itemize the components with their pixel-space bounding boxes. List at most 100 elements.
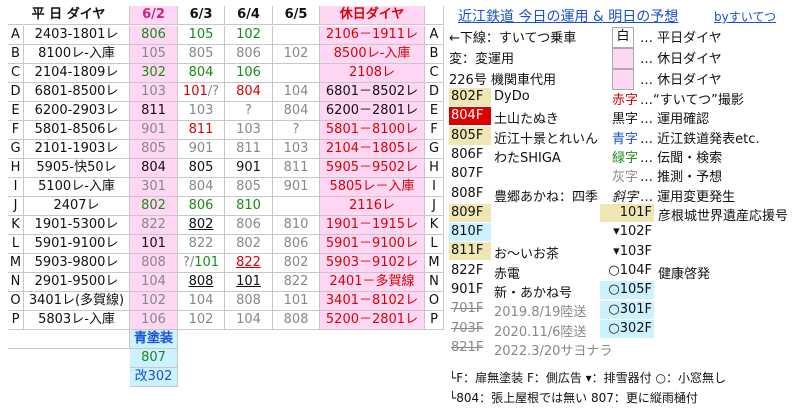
row-id-right: C bbox=[425, 64, 444, 83]
color-legend-value: … 推測・予想 bbox=[640, 170, 723, 186]
header-blank bbox=[425, 6, 444, 25]
day-cell bbox=[273, 197, 320, 216]
day-cell: 104 bbox=[178, 292, 225, 311]
row-id-right: A bbox=[425, 26, 444, 45]
day-cell: 804 bbox=[225, 83, 273, 102]
day-cell: 808 bbox=[273, 311, 320, 330]
car-description: 2020.11/6陸送 bbox=[494, 324, 587, 340]
row-weekday-route: 6801-8500レ bbox=[24, 83, 130, 102]
row-id: P bbox=[8, 311, 24, 330]
row-id: I bbox=[8, 178, 24, 197]
footer-label: 青塗装 bbox=[130, 330, 178, 349]
row-weekday-route: 3401レ(多賀線) bbox=[24, 292, 130, 311]
row-id-right: M bbox=[425, 254, 444, 273]
day-cell: 102 bbox=[273, 45, 320, 64]
day-cell: 104 bbox=[273, 83, 320, 102]
legend-right-item: … 休日ダイヤ bbox=[640, 73, 722, 88]
day-cell: 901 bbox=[273, 178, 320, 197]
row-weekday-route: 5100レ-入庫 bbox=[24, 178, 130, 197]
day-cell: 802 bbox=[130, 197, 178, 216]
car-number: 810F bbox=[449, 223, 491, 242]
row-weekday-route: 2407レ bbox=[24, 197, 130, 216]
day-cell: 811 bbox=[225, 140, 273, 159]
right-by: byすいてつ bbox=[714, 10, 777, 24]
row-holiday-route: 5903－9102レ bbox=[320, 254, 425, 273]
car-number: 703F bbox=[449, 319, 491, 338]
legend-color-box bbox=[612, 48, 634, 69]
footer-car1: 807 bbox=[130, 349, 178, 368]
day-cell: 810 bbox=[225, 197, 273, 216]
row-holiday-route: 1901－1915レ bbox=[320, 216, 425, 235]
day-cell: 810 bbox=[273, 216, 320, 235]
day-cell: 806 bbox=[178, 197, 225, 216]
color-legend-key: 黒字 bbox=[612, 112, 639, 128]
small-car-number: ○301F bbox=[600, 300, 654, 319]
day-cell: ? bbox=[225, 102, 273, 121]
row-id-right: G bbox=[425, 140, 444, 159]
legend-left-item: 226号 機関車代用 bbox=[449, 73, 556, 88]
car-description: 新・あかね号 bbox=[494, 286, 573, 301]
row-id-right: O bbox=[425, 292, 444, 311]
day-cell: 805 bbox=[178, 45, 225, 64]
header-schedule: 平 日 ダイヤ bbox=[8, 6, 130, 25]
day-cell: 806 bbox=[273, 235, 320, 254]
row-weekday-route: 5803レ-入庫 bbox=[24, 311, 130, 330]
day-cell bbox=[273, 26, 320, 45]
day-cell: 805 bbox=[130, 140, 178, 159]
row-id: M bbox=[8, 254, 24, 273]
row-id-right: K bbox=[425, 216, 444, 235]
day-cell: 103 bbox=[178, 102, 225, 121]
color-legend-value: … 運用確認 bbox=[640, 112, 710, 128]
legend-color-box bbox=[612, 69, 634, 90]
day-cell: 106 bbox=[130, 311, 178, 330]
day-cell: 106 bbox=[225, 64, 273, 83]
day-cell: 901 bbox=[178, 140, 225, 159]
color-legend-value: … 運用変更発生 bbox=[640, 189, 736, 205]
day-cell: 802 bbox=[178, 216, 225, 235]
row-id: N bbox=[8, 273, 24, 292]
small-car-number: ○302F bbox=[600, 319, 654, 338]
car-description: わたSHIGA bbox=[494, 150, 561, 166]
day-cell: 802 bbox=[225, 235, 273, 254]
car-description: 2019.8/19陸送 bbox=[494, 305, 587, 321]
day-cell: 901 bbox=[225, 159, 273, 178]
small-car-number: ○105F bbox=[600, 281, 654, 300]
car-description: 近江十景とれいん bbox=[494, 131, 599, 147]
note-1: └F：扉無塗装 F：側広告 ▾：排雪器付 ○：小窓無し bbox=[449, 371, 726, 385]
legend-right-item: … 平日ダイヤ bbox=[640, 31, 722, 46]
row-id-right: N bbox=[425, 273, 444, 292]
color-legend-key: 緑字 bbox=[612, 150, 639, 166]
row-id-right: I bbox=[425, 178, 444, 197]
row-id: O bbox=[8, 292, 24, 311]
day-cell: 301 bbox=[130, 178, 178, 197]
car-number: 809F bbox=[449, 203, 491, 222]
car-description: 豊郷あかね：四季 bbox=[494, 189, 599, 205]
row-weekday-route: 2901-9500レ bbox=[24, 273, 130, 292]
small-car-number: ○104F bbox=[600, 261, 654, 280]
row-holiday-route: 2401－多賀線 bbox=[320, 273, 425, 292]
row-id-right: B bbox=[425, 45, 444, 64]
day-cell: 101 bbox=[273, 292, 320, 311]
row-holiday-route: 6200－2801レ bbox=[320, 102, 425, 121]
row-id: F bbox=[8, 121, 24, 140]
row-id: L bbox=[8, 235, 24, 254]
row-weekday-route: 2104-1809レ bbox=[24, 64, 130, 83]
footer-spacer bbox=[8, 330, 130, 349]
small-car-number: ▾103F bbox=[600, 242, 654, 261]
row-holiday-route: 2108レ bbox=[320, 64, 425, 83]
car-number: 807F bbox=[449, 165, 491, 184]
row-weekday-route: 6200-2903レ bbox=[24, 102, 130, 121]
row-id: G bbox=[8, 140, 24, 159]
row-weekday-route: 5901-9100レ bbox=[24, 235, 130, 254]
legend-left-item: 変：変運用 bbox=[449, 52, 515, 67]
row-id-right: L bbox=[425, 235, 444, 254]
day-cell: 808 bbox=[130, 254, 178, 273]
day-cell: 811 bbox=[273, 159, 320, 178]
day-cell: 804 bbox=[178, 64, 225, 83]
day-cell: 805 bbox=[178, 159, 225, 178]
day-cell: 804 bbox=[273, 102, 320, 121]
color-legend-key: 青字 bbox=[612, 131, 639, 147]
row-holiday-route: 2116レ bbox=[320, 197, 425, 216]
row-id-right: J bbox=[425, 197, 444, 216]
row-weekday-route: 8100レ-入庫 bbox=[24, 45, 130, 64]
